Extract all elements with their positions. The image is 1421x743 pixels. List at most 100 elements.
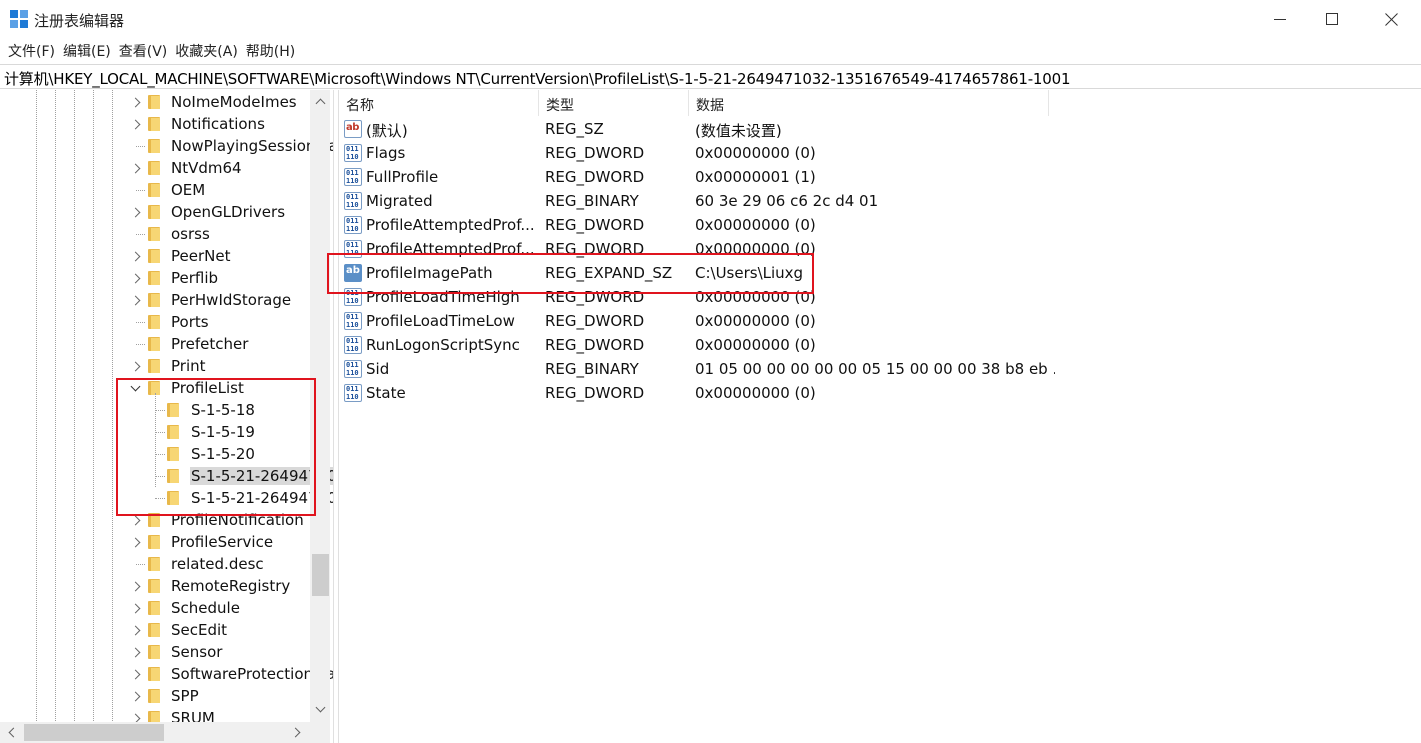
tree-node[interactable]: SPP bbox=[0, 685, 333, 707]
folder-icon bbox=[148, 161, 160, 175]
menu-help[interactable]: 帮助(H) bbox=[245, 41, 302, 61]
tree-node[interactable]: ProfileNotification bbox=[0, 509, 333, 531]
value-data-cell: 0x00000000 (0) bbox=[695, 288, 816, 306]
value-row[interactable]: 011 110 State REG_DWORD 0x00000000 (0) bbox=[339, 381, 1421, 405]
value-data-cell: 0x00000000 (0) bbox=[695, 216, 816, 234]
scroll-right-icon[interactable] bbox=[292, 726, 304, 738]
tree-node-label: NowPlayingSessionManager bbox=[171, 137, 333, 155]
tree-vertical-scrollbar[interactable] bbox=[310, 90, 330, 722]
value-row[interactable]: 011 110 ProfileAttemptedProf... REG_DWORD 0x… bbox=[339, 213, 1421, 237]
address-bar[interactable]: 计算机\HKEY_LOCAL_MACHINE\SOFTWARE\Microsof… bbox=[0, 64, 1421, 89]
value-row[interactable]: 011 110 FullProfile REG_DWORD 0x00000001 (1) bbox=[339, 165, 1421, 189]
menu-edit[interactable]: 编辑(E) bbox=[62, 41, 118, 61]
tree-node[interactable]: Sensor bbox=[0, 641, 333, 663]
maximize-button[interactable] bbox=[1302, 0, 1362, 38]
chevron-down-icon[interactable] bbox=[130, 377, 140, 399]
chevron-right-icon[interactable] bbox=[130, 113, 140, 135]
chevron-right-icon[interactable] bbox=[130, 575, 140, 597]
folder-icon bbox=[167, 491, 179, 505]
chevron-right-icon[interactable] bbox=[130, 157, 140, 179]
minimize-button[interactable] bbox=[1250, 0, 1310, 38]
values-pane[interactable]: 名称 类型 数据 ab (默认) REG_SZ (数值未设置) 011 110 Flags R… bbox=[339, 90, 1421, 743]
column-header-name[interactable]: 名称 bbox=[339, 90, 539, 116]
chevron-right-icon[interactable] bbox=[130, 619, 140, 641]
scroll-up-icon[interactable] bbox=[314, 96, 326, 108]
value-row[interactable]: 011 110 RunLogonScriptSync REG_DWORD 0x00000… bbox=[339, 333, 1421, 357]
chevron-right-icon[interactable] bbox=[130, 597, 140, 619]
tree-node[interactable]: OpenGLDrivers bbox=[0, 201, 333, 223]
menu-file[interactable]: 文件(F) bbox=[7, 41, 62, 61]
tree-node[interactable]: S-1-5-21-2649471032 bbox=[0, 487, 333, 509]
value-row[interactable]: 011 110 Flags REG_DWORD 0x00000000 (0) bbox=[339, 141, 1421, 165]
tree-node-label: S-1-5-18 bbox=[191, 401, 255, 419]
minimize-icon bbox=[1274, 18, 1286, 20]
binary-value-icon: 011 110 bbox=[344, 216, 362, 234]
tree-node[interactable]: SecEdit bbox=[0, 619, 333, 641]
tree-node[interactable]: related.desc bbox=[0, 553, 333, 575]
value-name-cell: Sid bbox=[366, 360, 390, 378]
tree-node-label: SecEdit bbox=[171, 621, 228, 639]
tree-horizontal-scrollbar[interactable] bbox=[0, 722, 310, 743]
value-name-cell: (默认) bbox=[366, 122, 408, 140]
chevron-right-icon[interactable] bbox=[130, 267, 140, 289]
tree-node[interactable]: ProfileService bbox=[0, 531, 333, 553]
tree-node[interactable]: SoftwareProtectionPlatform bbox=[0, 663, 333, 685]
scroll-down-icon[interactable] bbox=[314, 704, 326, 716]
tree-node[interactable]: S-1-5-21-2649471032 bbox=[0, 465, 333, 487]
tree-node[interactable]: NowPlayingSessionManager bbox=[0, 135, 333, 157]
scroll-left-icon[interactable] bbox=[6, 726, 18, 738]
menu-view[interactable]: 查看(V) bbox=[118, 41, 175, 61]
title-bar: 注册表编辑器 bbox=[0, 0, 1421, 38]
tree-node[interactable]: Ports bbox=[0, 311, 333, 333]
tree-node[interactable]: OEM bbox=[0, 179, 333, 201]
folder-icon bbox=[148, 293, 160, 307]
tree-node[interactable]: RemoteRegistry bbox=[0, 575, 333, 597]
chevron-right-icon[interactable] bbox=[130, 663, 140, 685]
tree-node[interactable]: PeerNet bbox=[0, 245, 333, 267]
tree-node[interactable]: Print bbox=[0, 355, 333, 377]
value-row[interactable]: ab (默认) REG_SZ (数值未设置) bbox=[339, 117, 1421, 141]
value-row[interactable]: 011 110 Migrated REG_BINARY 60 3e 29 06 c6 2… bbox=[339, 189, 1421, 213]
tree-node[interactable]: S-1-5-19 bbox=[0, 421, 333, 443]
value-row[interactable]: 011 110 Sid REG_BINARY 01 05 00 00 00 00 00 … bbox=[339, 357, 1421, 381]
tree-node[interactable]: S-1-5-18 bbox=[0, 399, 333, 421]
chevron-right-icon[interactable] bbox=[130, 641, 140, 663]
column-header-type[interactable]: 类型 bbox=[539, 90, 689, 116]
value-row[interactable]: 011 110 ProfileAttemptedProf... REG_DWORD 0x… bbox=[339, 237, 1421, 261]
tree-node[interactable]: ProfileList bbox=[0, 377, 333, 399]
value-row[interactable]: 011 110 ProfileLoadTimeLow REG_DWORD 0x00000… bbox=[339, 309, 1421, 333]
column-header-data[interactable]: 数据 bbox=[689, 90, 1049, 116]
key-tree-pane[interactable]: NoImeModeImes Notifications NowPlayingSess… bbox=[0, 90, 333, 743]
chevron-right-icon[interactable] bbox=[130, 201, 140, 223]
chevron-right-icon[interactable] bbox=[130, 355, 140, 377]
value-row[interactable]: ab ProfileImagePath REG_EXPAND_SZ C:\Users\… bbox=[339, 261, 1421, 285]
tree-node[interactable]: NoImeModeImes bbox=[0, 91, 333, 113]
tree-node[interactable]: osrss bbox=[0, 223, 333, 245]
tree-node[interactable]: NtVdm64 bbox=[0, 157, 333, 179]
tree-node[interactable]: Notifications bbox=[0, 113, 333, 135]
chevron-right-icon[interactable] bbox=[130, 509, 140, 531]
tree-connector bbox=[155, 432, 165, 433]
folder-icon bbox=[148, 227, 160, 241]
chevron-right-icon[interactable] bbox=[130, 91, 140, 113]
scroll-thumb[interactable] bbox=[312, 554, 329, 596]
scroll-thumb-horizontal[interactable] bbox=[24, 724, 164, 741]
chevron-right-icon[interactable] bbox=[130, 245, 140, 267]
tree-connector bbox=[155, 476, 165, 477]
tree-node[interactable]: Prefetcher bbox=[0, 333, 333, 355]
folder-icon bbox=[148, 117, 160, 131]
tree-node[interactable]: S-1-5-20 bbox=[0, 443, 333, 465]
tree-node[interactable]: Schedule bbox=[0, 597, 333, 619]
folder-icon bbox=[167, 469, 179, 483]
chevron-right-icon[interactable] bbox=[130, 685, 140, 707]
chevron-right-icon[interactable] bbox=[130, 289, 140, 311]
value-row[interactable]: 011 110 ProfileLoadTimeHigh REG_DWORD 0x0000… bbox=[339, 285, 1421, 309]
folder-icon bbox=[148, 579, 160, 593]
value-name-cell: Flags bbox=[366, 144, 406, 162]
close-button[interactable] bbox=[1362, 0, 1421, 38]
menu-favorites[interactable]: 收藏夹(A) bbox=[174, 41, 245, 61]
chevron-right-icon[interactable] bbox=[130, 531, 140, 553]
tree-node[interactable]: PerHwIdStorage bbox=[0, 289, 333, 311]
tree-node[interactable]: Perflib bbox=[0, 267, 333, 289]
folder-icon bbox=[148, 315, 160, 329]
